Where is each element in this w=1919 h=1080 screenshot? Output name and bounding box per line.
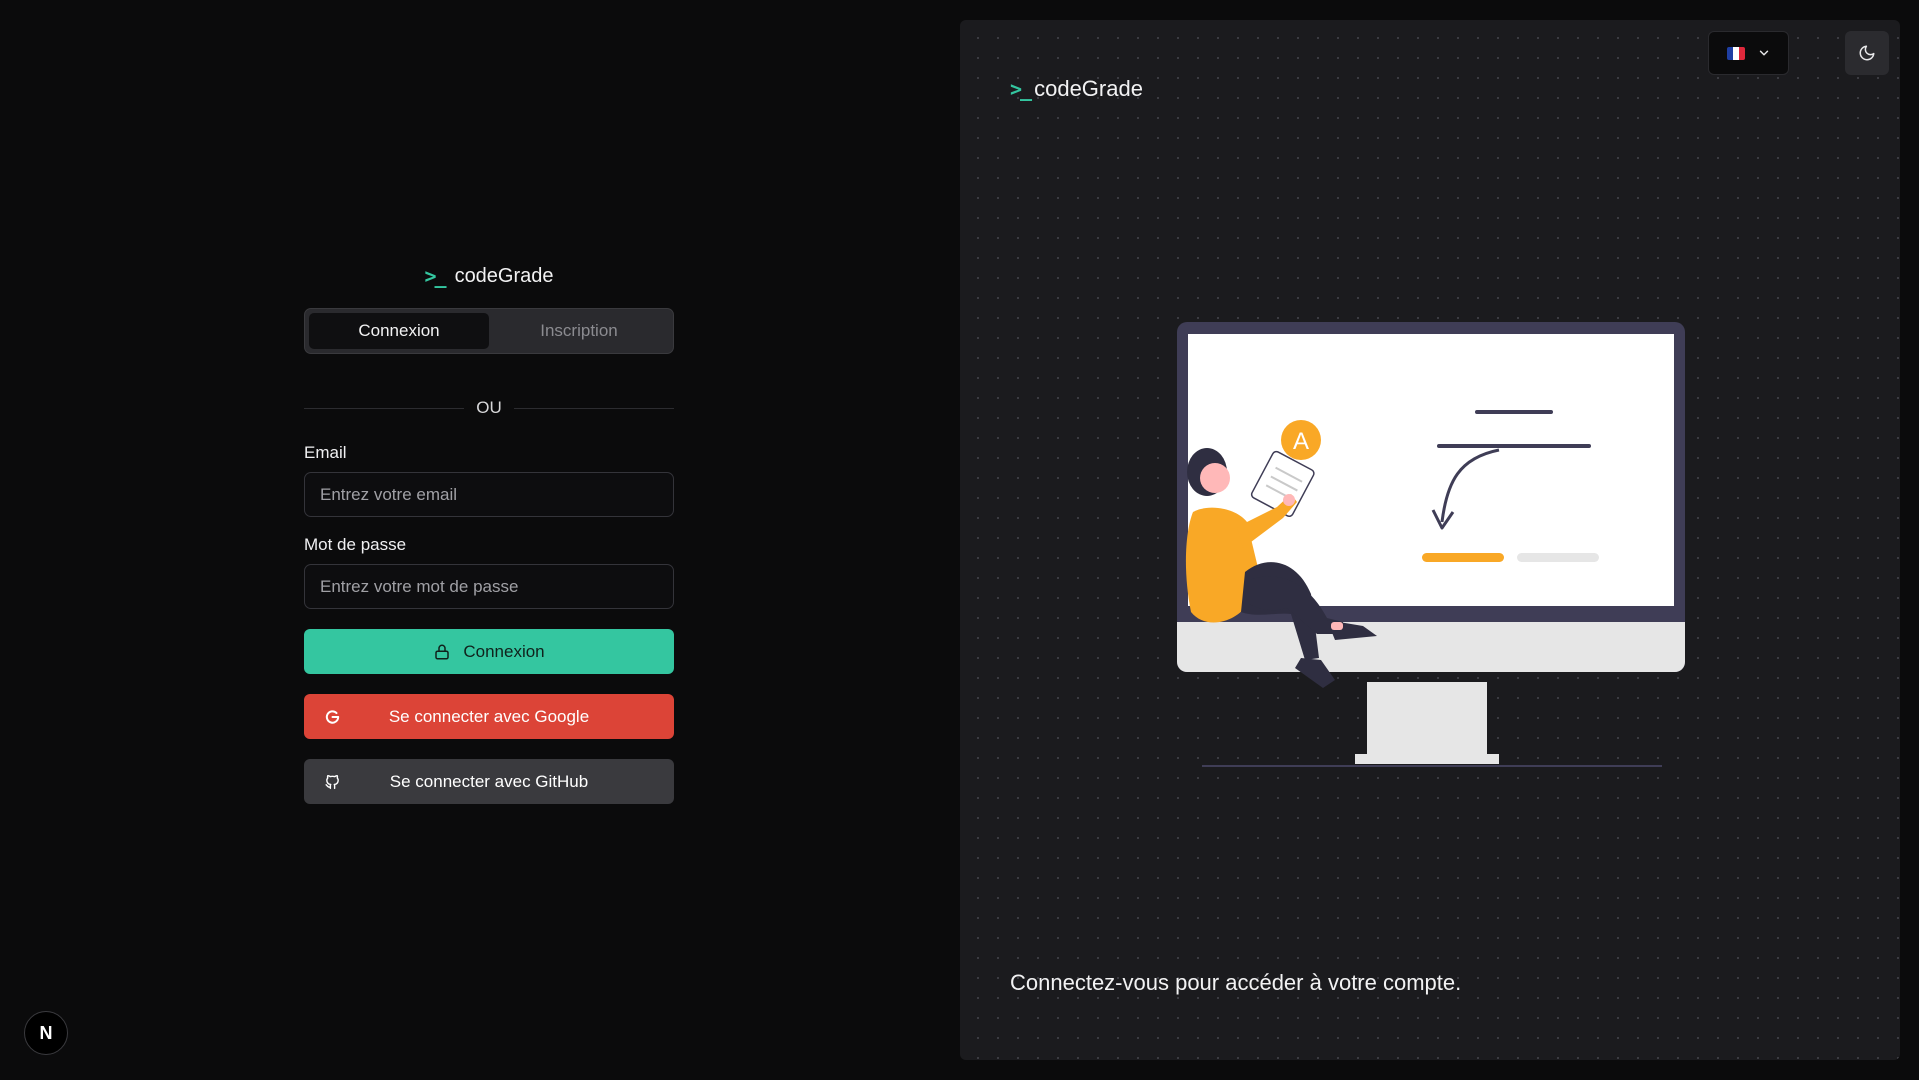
divider-text: OU (476, 398, 502, 417)
password-field[interactable] (304, 564, 674, 609)
or-divider: OU (304, 398, 674, 418)
monitor-chin (1177, 622, 1685, 672)
tab-inscription[interactable]: Inscription (489, 313, 669, 349)
brand-prompt-icon: >_ (424, 264, 446, 288)
brand-name: codeGrade (454, 264, 554, 287)
auth-tabs: Connexion Inscription (304, 308, 674, 354)
password-label: Mot de passe (304, 535, 407, 554)
screen-bar-orange (1422, 553, 1504, 562)
panel-brand-prompt-icon: >_ (1010, 77, 1032, 101)
github-login-button[interactable]: Se connecter avec GitHub (304, 759, 674, 804)
france-flag-icon (1726, 46, 1745, 60)
nextjs-dev-badge[interactable]: N (24, 1011, 68, 1055)
divider-line-right (513, 407, 674, 409)
person-ankle (1331, 622, 1343, 630)
email-label: Email (304, 443, 347, 462)
github-login-label: Se connecter avec GitHub (389, 771, 589, 791)
language-selector[interactable] (1708, 31, 1789, 75)
github-icon (324, 773, 341, 790)
login-form: >_ codeGrade Connexion Inscription OU Em… (304, 262, 674, 804)
login-button[interactable]: Connexion (304, 629, 674, 674)
google-login-button[interactable]: Se connecter avec Google (304, 694, 674, 739)
lock-icon (433, 643, 451, 661)
grade-badge-letter: A (1293, 428, 1309, 455)
computer-illustration: A (1177, 322, 1685, 767)
email-field[interactable] (304, 472, 674, 517)
person-face (1200, 463, 1230, 493)
panel-caption: Connectez-vous pour accéder à votre comp… (1010, 970, 1462, 995)
monitor-base (1355, 754, 1499, 764)
moon-icon (1858, 44, 1876, 62)
login-button-label: Connexion (463, 641, 545, 661)
person-hand (1283, 494, 1295, 506)
google-icon (324, 708, 341, 725)
brand-logo: >_ codeGrade (304, 262, 674, 290)
monitor-stand (1367, 682, 1487, 760)
panel-brand-logo: >_ codeGrade (1010, 76, 1143, 102)
theme-toggle-button[interactable] (1845, 31, 1889, 75)
tab-connexion[interactable]: Connexion (309, 313, 489, 349)
hero-panel: >_ codeGrade A Connectez-vous pour accéd… (960, 20, 1900, 1060)
divider-line-left (304, 407, 465, 409)
panel-brand-name: codeGrade (1034, 76, 1143, 101)
screen-bar-grey (1517, 553, 1599, 562)
google-login-label: Se connecter avec Google (388, 706, 590, 726)
chevron-down-icon (1757, 46, 1771, 60)
